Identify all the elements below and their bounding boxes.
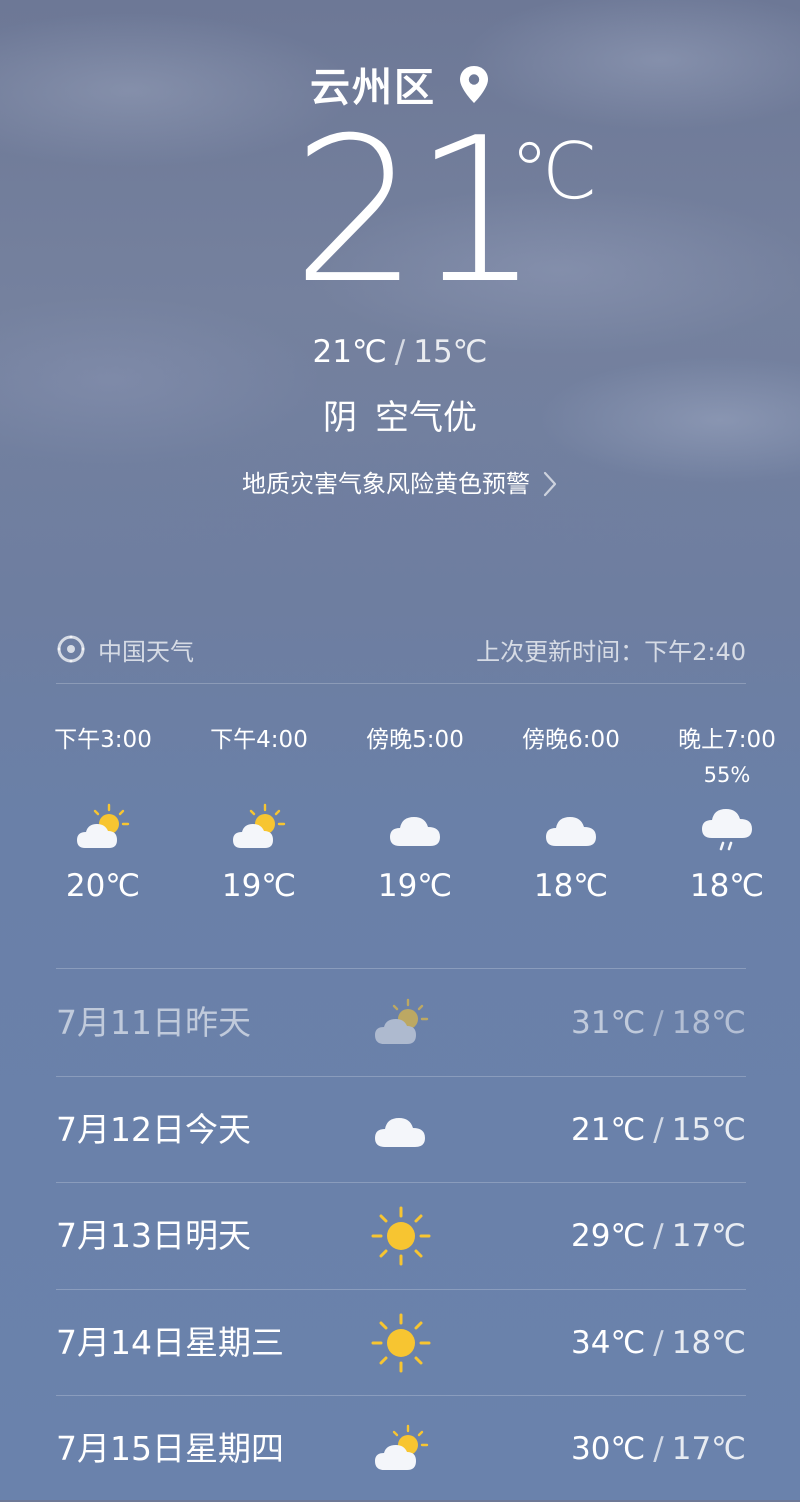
day-high: 30℃ [571,1431,646,1467]
day-date: 7月11日昨天 [56,1003,251,1042]
precip-chance: 55% [703,763,751,787]
cloudy-icon [375,1118,425,1147]
last-updated: 上次更新时间：下午2:40 [476,637,746,666]
partly-cloudy-icon [77,803,130,848]
today-high-low: 21℃/15℃ [0,332,800,372]
precip-chance [25,762,181,788]
current-temperature: 21 [292,95,540,328]
hourly-item: 傍晚6:00 18℃ [493,718,649,908]
hour-time: 晚上7:00 [678,727,776,753]
separator: / [653,1325,664,1361]
day-temperatures: 34℃/18℃ [571,1290,746,1396]
source-name: 中国天气 [98,637,194,666]
precip-chance [337,762,493,788]
separator: / [394,334,406,370]
chevron-right-icon [542,470,558,498]
partly-cloudy-icon [375,998,429,1044]
weather-condition: 阴 [323,398,357,438]
day-low: 18℃ [671,1325,746,1361]
day-date: 7月12日今天 [56,1110,251,1149]
hour-time: 下午3:00 [54,727,152,753]
day-low: 17℃ [671,1218,746,1254]
sunny-icon [371,1313,431,1373]
hour-temperature: 20℃ [65,868,141,904]
day-date: 7月13日明天 [56,1216,251,1255]
day-temperatures: 21℃/15℃ [571,1077,746,1183]
precip-chance [493,762,649,788]
hourly-item: 晚上7:00 55% 18℃ [649,718,800,908]
cloudy-icon [546,817,596,846]
daily-row-thursday[interactable]: 7月15日星期四 30℃/17℃ [56,1396,746,1502]
divider [56,683,746,684]
cloudy-icon [390,817,440,846]
day-high: 21℃ [571,1112,646,1148]
sunny-icon [371,1206,431,1266]
hourly-item: 下午3:00 20℃ [25,718,181,908]
day-date: 7月14日星期三 [56,1323,284,1362]
hour-time: 傍晚5:00 [366,727,464,753]
hour-temperature: 18℃ [533,868,609,904]
data-source-row: 中国天气 上次更新时间：下午2:40 [56,628,746,670]
separator: / [653,1112,664,1148]
day-temperatures: 30℃/17℃ [571,1396,746,1502]
today-low: 15℃ [413,334,488,370]
hourly-item: 下午4:00 19℃ [181,718,337,908]
daily-row-today[interactable]: 7月12日今天 21℃/15℃ [56,1077,746,1183]
day-high: 29℃ [571,1218,646,1254]
current-condition: 阴空气优 [0,396,800,440]
hourly-forecast[interactable]: 下午3:00 20℃ 下午4:00 19℃ 傍晚5:00 19℃ 傍晚6:00 … [25,718,800,948]
swirl-logo-icon [56,634,86,664]
separator: / [653,1005,664,1041]
partly-cloudy-icon [233,803,286,848]
hour-time: 傍晚6:00 [522,727,620,753]
daily-row-yesterday[interactable]: 7月11日昨天 31℃/18℃ [56,970,746,1076]
partly-cloudy-icon [375,1424,429,1470]
hour-temperature: 19℃ [377,868,453,904]
alert-text: 地质灾害气象风险黄色预警 [242,470,530,498]
precip-chance [181,762,337,788]
today-high: 21℃ [312,334,387,370]
day-temperatures: 31℃/18℃ [571,970,746,1076]
daily-row-wednesday[interactable]: 7月14日星期三 34℃/18℃ [56,1290,746,1396]
daily-row-tomorrow[interactable]: 7月13日明天 29℃/17℃ [56,1183,746,1289]
divider [56,968,746,969]
day-low: 18℃ [671,1005,746,1041]
day-high: 34℃ [571,1325,646,1361]
temperature-unit: ℃ [510,127,598,217]
day-temperatures: 29℃/17℃ [571,1183,746,1289]
day-low: 15℃ [671,1112,746,1148]
hour-temperature: 19℃ [221,868,297,904]
light-rain-icon [702,809,752,851]
hour-temperature: 18℃ [689,868,765,904]
day-low: 17℃ [671,1431,746,1467]
separator: / [653,1218,664,1254]
weather-alert-link[interactable]: 地质灾害气象风险黄色预警 [0,464,800,504]
hourly-item: 傍晚5:00 19℃ [337,718,493,908]
air-quality[interactable]: 空气优 [375,398,477,438]
hour-time: 下午4:00 [210,727,308,753]
day-high: 31℃ [571,1005,646,1041]
day-date: 7月15日星期四 [56,1429,284,1468]
separator: / [653,1431,664,1467]
